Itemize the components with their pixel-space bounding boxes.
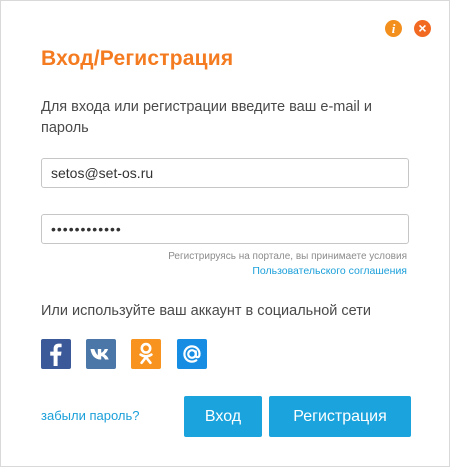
- register-button[interactable]: Регистрация: [269, 396, 411, 437]
- terms-text: Регистрируясь на портале, вы принимаете …: [168, 251, 407, 262]
- dialog-title: Вход/Регистрация: [41, 47, 234, 70]
- odnoklassniki-icon: [139, 342, 153, 365]
- terms-link[interactable]: Пользовательского соглашения: [252, 265, 407, 277]
- mailru-button[interactable]: [177, 339, 207, 369]
- dialog-subtitle: Для входа или регистрации введите ваш e-…: [41, 99, 373, 136]
- odnoklassniki-button[interactable]: [131, 339, 161, 369]
- password-input[interactable]: [41, 214, 409, 244]
- email-input[interactable]: [41, 158, 409, 188]
- auth-dialog: i × Вход/Регистрация Для входа или регис…: [0, 0, 450, 467]
- forgot-password-link[interactable]: забыли пароль?: [41, 408, 139, 423]
- facebook-icon: [50, 343, 62, 366]
- facebook-button[interactable]: [41, 339, 71, 369]
- social-login-label: Или используйте ваш аккаунт в социальной…: [41, 303, 372, 319]
- vk-button[interactable]: [86, 339, 116, 369]
- close-icon[interactable]: ×: [414, 20, 431, 37]
- info-icon[interactable]: i: [385, 20, 402, 37]
- mailru-icon: [183, 345, 201, 363]
- login-button[interactable]: Вход: [184, 396, 262, 437]
- vk-icon: [90, 349, 109, 360]
